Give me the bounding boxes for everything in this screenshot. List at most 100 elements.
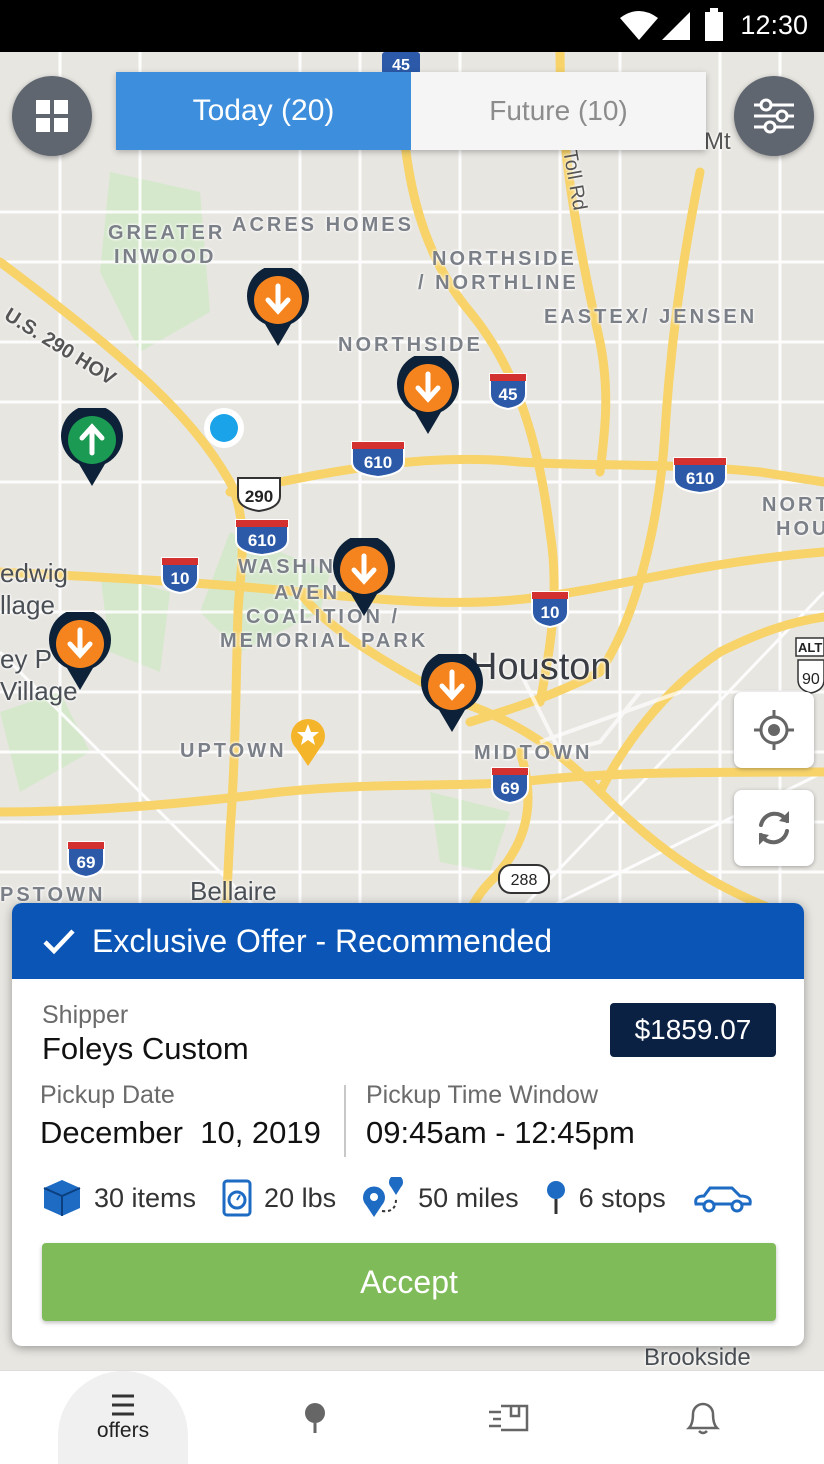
tab-today[interactable]: Today (20) [116, 72, 411, 150]
map-label-northline: / NORTHLINE [418, 272, 579, 294]
pickup-date: December 10, 2019 [40, 1115, 321, 1150]
stops-stat: 6 stops [545, 1180, 666, 1216]
offer-card[interactable]: Exclusive Offer - Recommended Shipper Fo… [12, 903, 804, 1346]
map-label-inwood: INWOOD [114, 246, 217, 268]
pickup-pin-icon[interactable] [47, 612, 113, 692]
interstate-shield-icon: 69 [67, 841, 105, 878]
grid-icon [36, 100, 68, 132]
check-icon [42, 927, 76, 955]
pickup-window: 09:45am - 12:45pm [366, 1115, 635, 1150]
offer-card-header: Exclusive Offer - Recommended [12, 903, 804, 979]
svg-text:610: 610 [248, 531, 276, 550]
stops-count: 6 stops [578, 1182, 666, 1213]
map-label-north-houston-1: NORT [762, 494, 824, 516]
svg-text:10: 10 [171, 569, 190, 588]
map-label-mt: Mt [704, 128, 731, 155]
clock: 12:30 [740, 10, 808, 40]
map-pin-icon [305, 1403, 325, 1433]
map-label-memorial-park: MEMORIAL PARK [220, 630, 429, 652]
map-label-uptown: UPTOWN [180, 740, 287, 762]
pickup-window-label: Pickup Time Window [366, 1081, 599, 1109]
divider [344, 1085, 346, 1157]
map-label-midtown: MIDTOWN [474, 742, 593, 764]
refresh-button[interactable] [734, 790, 814, 866]
pickup-date-label: Pickup Date [40, 1081, 175, 1109]
pickup-pin-icon[interactable] [419, 654, 485, 734]
map-label-northside: NORTHSIDE [432, 248, 577, 270]
distance-stat: 50 miles [362, 1177, 519, 1219]
nav-map[interactable] [250, 1371, 380, 1464]
signal-icon [662, 12, 690, 40]
svg-text:10: 10 [541, 603, 560, 622]
offer-card-title: Exclusive Offer - Recommended [92, 922, 553, 959]
bell-icon [685, 1402, 721, 1435]
svg-text:290: 290 [245, 487, 273, 506]
alt-route-shield-icon: ALT 90 [795, 637, 824, 694]
weight-value: 20 lbs [264, 1182, 337, 1213]
tab-future[interactable]: Future (10) [411, 72, 706, 150]
pickup-pin-icon[interactable] [331, 538, 397, 618]
car-icon [693, 1186, 752, 1213]
map-label-acres-homes: ACRES HOMES [232, 214, 414, 236]
svg-text:288: 288 [511, 872, 538, 889]
svg-text:90: 90 [802, 671, 820, 688]
nav-offers[interactable]: offers [58, 1371, 188, 1464]
filter-button[interactable] [734, 76, 814, 156]
svg-text:45: 45 [499, 385, 518, 404]
nav-notifications[interactable] [638, 1371, 768, 1464]
pickup-pin-icon[interactable] [395, 356, 461, 436]
map-label-hedwig: edwig [0, 558, 68, 588]
battery-icon [705, 8, 723, 41]
map-label-piney-point: ey P [0, 644, 53, 674]
interstate-shield-icon: 610 [235, 519, 289, 556]
offer-stats: 30 items 20 lbs 50 miles 6 stops [42, 1175, 782, 1221]
nav-loads[interactable] [446, 1371, 576, 1464]
accept-button[interactable]: Accept [42, 1243, 776, 1321]
weight-stat: 20 lbs [222, 1179, 336, 1217]
interstate-shield-icon: 610 [351, 441, 405, 478]
map-label-greater: GREATER [108, 222, 226, 244]
my-location-button[interactable] [734, 692, 814, 768]
map-label-brookside: Brookside [644, 1344, 751, 1370]
interstate-shield-icon: 69 [491, 767, 529, 804]
wifi-icon [620, 11, 658, 40]
svg-text:ALT: ALT [798, 640, 822, 655]
truck-load-icon [489, 1404, 529, 1432]
distance-value: 50 miles [418, 1182, 519, 1213]
map-label-houston: Houston [470, 646, 612, 688]
map-label-eastex: EASTEX/ JENSEN [544, 306, 758, 328]
scale-icon [222, 1179, 252, 1217]
interstate-shield-icon: 10 [531, 591, 569, 628]
crosshair-icon [754, 710, 794, 750]
state-route-shield-icon: 288 [498, 864, 550, 894]
refresh-icon [759, 811, 789, 845]
svg-text:69: 69 [501, 779, 520, 798]
svg-text:69: 69 [77, 853, 96, 872]
svg-text:610: 610 [364, 453, 392, 472]
map-label-north-houston-2: HOU [776, 518, 824, 540]
interstate-shield-icon: 45 [489, 373, 527, 410]
shipper-label: Shipper [42, 1001, 129, 1029]
offer-date-tabs: Today (20) Future (10) [116, 72, 706, 150]
interstate-shield-icon: 10 [161, 557, 199, 594]
favorite-place-icon [291, 718, 325, 766]
items-count: 30 items [94, 1182, 197, 1213]
current-location-icon [204, 408, 244, 448]
pickup-pin-icon[interactable] [245, 268, 311, 348]
list-icon [112, 1394, 134, 1416]
status-bar: 12:30 [0, 0, 824, 52]
sliders-icon [754, 98, 794, 134]
map-label-washington: WASHIN [238, 556, 336, 578]
delivery-pin-icon[interactable] [59, 408, 125, 488]
shipper-name: Foleys Custom [42, 1031, 249, 1066]
bottom-nav: offers [0, 1370, 824, 1464]
interstate-shield-icon: 45 [382, 52, 420, 74]
us-route-shield-icon: 290 [237, 477, 281, 512]
svg-text:610: 610 [686, 469, 714, 488]
interstate-shield-icon: 610 [673, 457, 727, 494]
price-badge: $1859.07 [610, 1003, 776, 1057]
stop-pin-icon [546, 1181, 565, 1214]
grid-menu-button[interactable] [12, 76, 92, 156]
items-stat: 30 items [42, 1178, 196, 1218]
box-icon [43, 1180, 81, 1216]
